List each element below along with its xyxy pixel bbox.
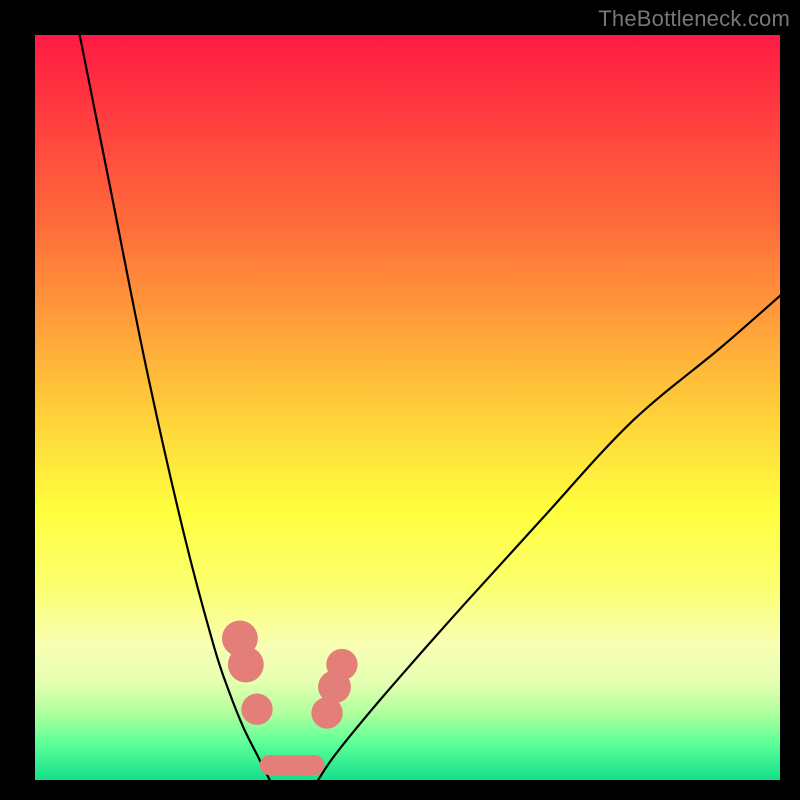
- curve-markers: [222, 621, 358, 729]
- chart-svg: [35, 35, 780, 780]
- curve-marker: [241, 694, 272, 725]
- outer-frame: TheBottleneck.com: [0, 0, 800, 800]
- plot-area: [35, 35, 780, 780]
- curve-marker: [326, 649, 357, 680]
- curve-marker: [228, 647, 264, 683]
- watermark-text: TheBottleneck.com: [598, 6, 790, 32]
- right-curve: [318, 296, 780, 780]
